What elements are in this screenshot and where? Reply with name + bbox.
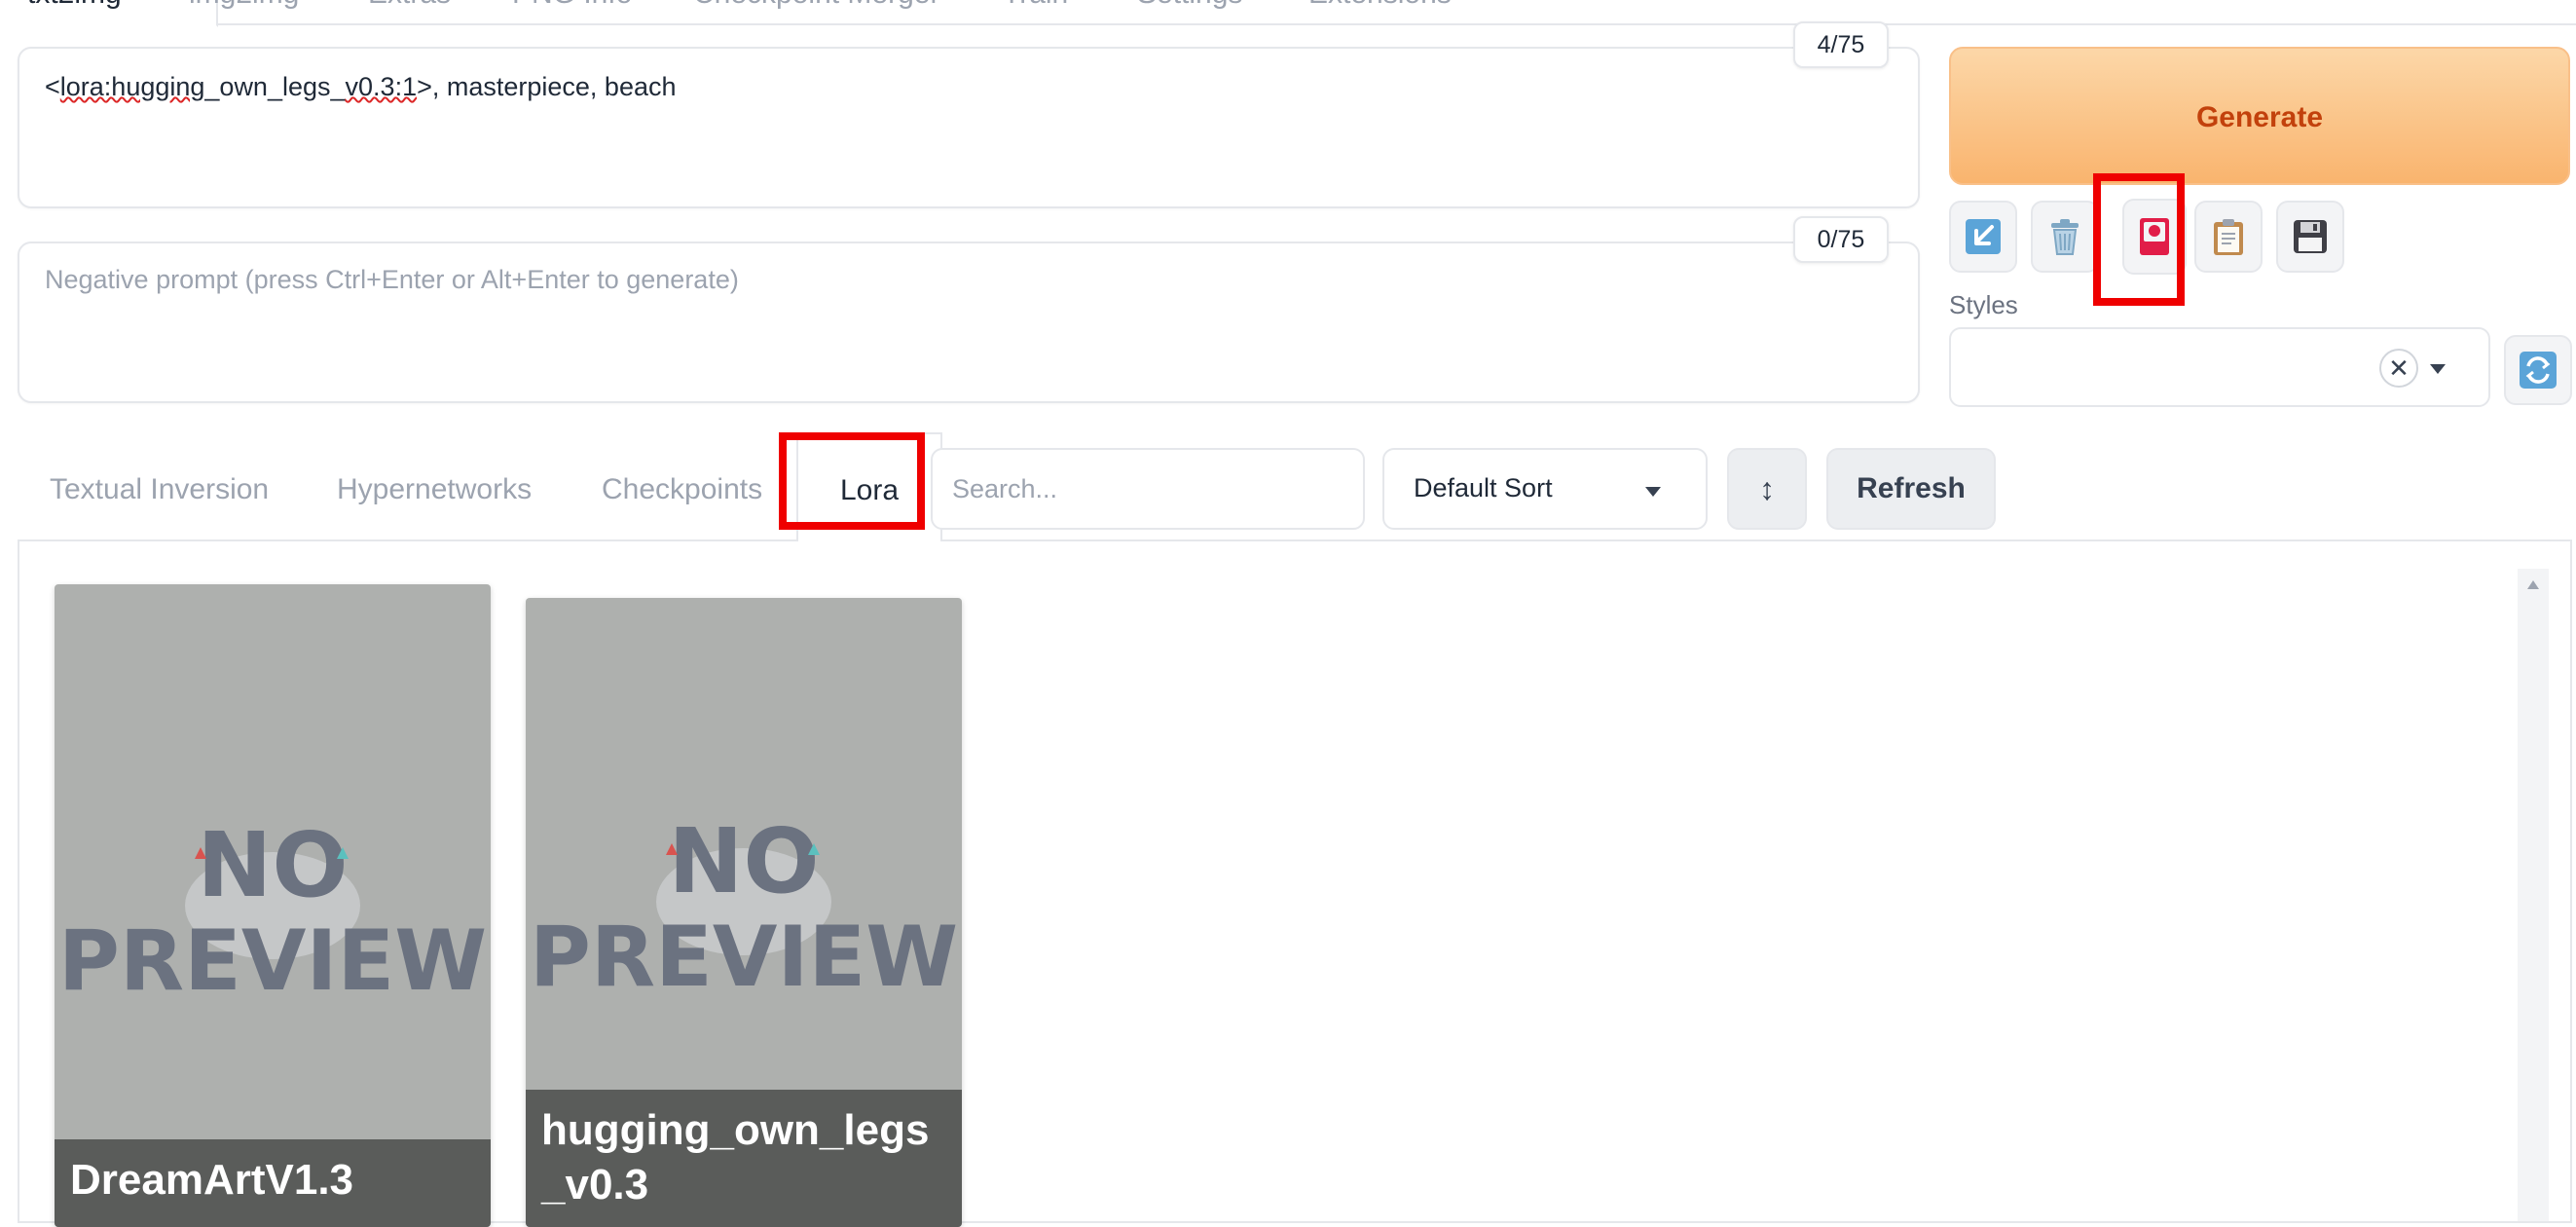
clear-icon[interactable]: ✕ [2379, 349, 2418, 388]
clear-prompt-button[interactable] [2031, 201, 2099, 273]
negative-prompt-placeholder: Negative prompt (press Ctrl+Enter or Alt… [45, 265, 739, 294]
no-preview-image: NO PREVIEW [530, 809, 958, 1006]
tab-checkpoint-merger[interactable]: Checkpoint Merger [693, 0, 939, 25]
read-params-button[interactable] [1949, 201, 2017, 273]
refresh-icon [2520, 352, 2557, 389]
scrollbar[interactable] [2518, 569, 2549, 1221]
tab-txt2img[interactable]: txt2img [0, 0, 218, 27]
sort-direction-button[interactable]: ↕ [1727, 448, 1807, 530]
read-params-icon [1966, 219, 2001, 254]
paste-style-button[interactable] [2194, 201, 2263, 273]
prompt-textarea[interactable]: <lora:hugging_own_legs_v0.3:1>, masterpi… [18, 47, 1920, 208]
lora-card-title: hugging_own_legs_v0.3 [526, 1090, 962, 1227]
no-preview-line2: PREVIEW [58, 912, 487, 1010]
tab-settings[interactable]: Settings [1137, 0, 1242, 25]
refresh-styles-button[interactable] [2504, 335, 2572, 405]
tab-textual-inversion[interactable]: Textual Inversion [50, 473, 269, 506]
generate-button[interactable]: Generate [1949, 47, 2570, 185]
highlight-box-lora-tab [779, 432, 925, 530]
styles-dropdown[interactable]: ✕ [1949, 327, 2490, 407]
refresh-button[interactable]: Refresh [1826, 448, 1996, 530]
trash-icon [2051, 219, 2079, 255]
sort-dropdown[interactable]: Default Sort [1382, 448, 1708, 530]
tab-png-info[interactable]: PNG Info [512, 0, 632, 25]
prompt-token-counter: 4/75 [1793, 21, 1889, 68]
save-style-button[interactable] [2276, 201, 2344, 273]
lora-card[interactable]: NO PREVIEW DreamArtV1.3 [55, 584, 491, 1227]
highlight-box-extra-networks [2093, 173, 2185, 306]
chevron-down-icon[interactable] [2430, 364, 2446, 374]
negative-token-counter: 0/75 [1793, 216, 1889, 263]
tab-img2img[interactable]: img2img [189, 0, 299, 25]
no-preview-line1: NO [197, 813, 348, 917]
prompt-value: <lora:hugging_own_legs_v0.3:1>, masterpi… [45, 72, 677, 101]
scroll-up-icon[interactable] [2527, 580, 2539, 589]
tab-hypernetworks[interactable]: Hypernetworks [337, 473, 532, 506]
search-input[interactable] [931, 448, 1365, 530]
tab-checkpoints[interactable]: Checkpoints [602, 473, 762, 506]
chevron-down-icon [1645, 487, 1661, 497]
no-preview-line2: PREVIEW [530, 909, 958, 1006]
no-preview-line1: NO [668, 809, 819, 913]
styles-label: Styles [1949, 290, 2018, 319]
lora-card-title: DreamArtV1.3 [55, 1139, 491, 1227]
no-preview-image: NO PREVIEW [58, 813, 487, 1010]
lora-card[interactable]: NO PREVIEW hugging_own_legs_v0.3 [526, 598, 962, 1227]
tab-extras[interactable]: Extras [368, 0, 451, 25]
top-tab-bar: txt2img img2img Extras PNG Info Checkpoi… [0, 0, 2576, 27]
tab-extensions[interactable]: Extensions [1308, 0, 1452, 25]
save-style-icon [2294, 220, 2327, 253]
tab-train[interactable]: Train [1003, 0, 1068, 25]
sort-value: Default Sort [1414, 473, 1553, 502]
negative-prompt-textarea[interactable]: Negative prompt (press Ctrl+Enter or Alt… [18, 242, 1920, 403]
clipboard-icon [2214, 219, 2243, 255]
